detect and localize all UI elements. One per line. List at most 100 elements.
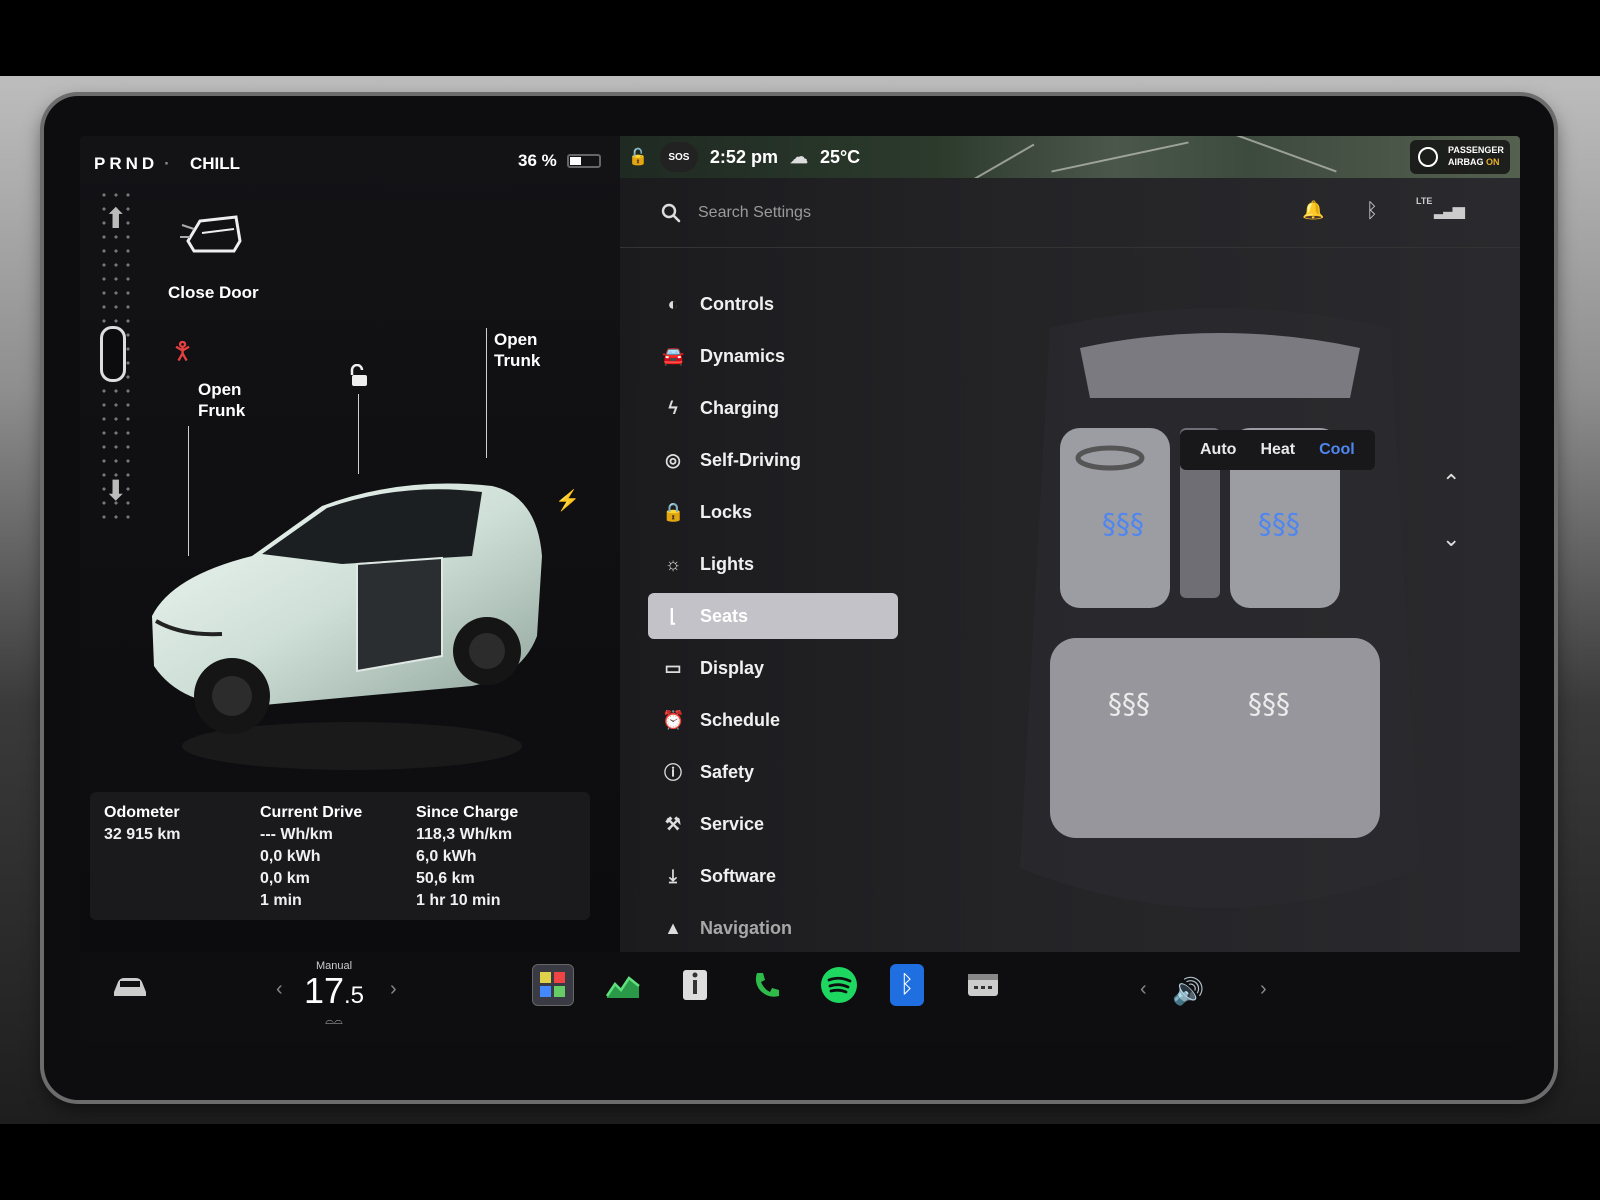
spotify-app-icon[interactable]	[818, 964, 860, 1006]
search-row: 🔔 ᛒ LTE ▂▃▅	[620, 178, 1520, 248]
settings-menu: ◐ Controls 🚘 Dynamics ϟ Charging ◎ Self-Driving…	[648, 278, 908, 954]
letterbox-bottom	[0, 1124, 1600, 1200]
lock-icon: 🔒	[662, 501, 685, 522]
bluetooth-icon[interactable]: ᛒ	[1366, 200, 1378, 223]
trip-stats: Odometer 32 915 km Current Drive --- Wh/…	[90, 792, 590, 920]
bell-icon[interactable]: 🔔	[1302, 200, 1324, 221]
menu-item-label: Self-Driving	[700, 449, 802, 470]
since-charge-energy-rate: 118,3 Wh/km	[416, 826, 513, 843]
menu-item-safety[interactable]: ⓘ Safety	[648, 746, 908, 798]
bluetooth-app-icon[interactable]: ᛒ	[890, 964, 924, 1006]
menu-item-navigation[interactable]: ▲ Navigation	[648, 902, 908, 954]
menu-item-locks[interactable]: 🔒 Locks	[648, 486, 908, 538]
since-charge-energy: 6,0 kWh	[416, 848, 477, 865]
sos-button[interactable]: SOS	[659, 142, 698, 172]
since-charge-duration: 1 hr 10 min	[416, 892, 501, 909]
gear-selector: PRND ·	[94, 154, 176, 174]
climate-mode-auto[interactable]: Auto	[1188, 441, 1248, 459]
bolt-icon: ϟ	[668, 397, 678, 418]
sun-icon: ☼	[664, 553, 682, 574]
menu-item-schedule[interactable]: ⏰ Schedule	[648, 694, 908, 746]
touchscreen: PRND · CHILL 36 % ⬆ ⬇ Close Door 🯆 Open F…	[80, 136, 1520, 1042]
arrow-down-icon[interactable]: ⬇	[104, 474, 127, 507]
climate-mode-cool[interactable]: Cool	[1307, 441, 1367, 459]
svg-text:§§§: §§§	[1248, 687, 1290, 720]
current-drive-duration: 1 min	[260, 892, 302, 909]
current-drive-energy: 0,0 kWh	[260, 848, 321, 865]
open-frunk-button[interactable]: Open Frunk	[198, 379, 268, 421]
wrench-icon: ⚒	[664, 813, 682, 834]
menu-item-self-driving[interactable]: ◎ Self-Driving	[648, 434, 908, 486]
gear-letters: PRND	[94, 154, 159, 173]
car-door-icon[interactable]	[180, 211, 244, 259]
menu-item-controls[interactable]: ◐ Controls	[648, 278, 908, 330]
current-drive-label: Current Drive	[260, 804, 363, 821]
energy-app-icon[interactable]	[602, 964, 644, 1006]
open-trunk-button[interactable]: Open Trunk	[494, 329, 564, 371]
search-input[interactable]	[698, 200, 1218, 226]
airbag-line1: PASSENGER	[1448, 145, 1504, 155]
odometer-value: 32 915 km	[104, 826, 181, 843]
clock: 2:52 pm	[709, 146, 778, 167]
menu-item-label: Navigation	[700, 917, 793, 938]
climate-mode-heat[interactable]: Heat	[1248, 441, 1307, 459]
svg-text:§§§: §§§	[1108, 687, 1150, 720]
airbag-line2: AIRBAG	[1448, 157, 1486, 167]
letterbox-top	[0, 0, 1600, 76]
menu-item-label: Display	[700, 657, 765, 678]
drive-mode: CHILL	[190, 154, 241, 173]
menu-item-dynamics[interactable]: 🚘 Dynamics	[648, 330, 908, 382]
menu-item-display[interactable]: ▭ Display	[648, 642, 908, 694]
car-icon[interactable]	[110, 972, 150, 1000]
close-door-button[interactable]: Close Door	[168, 283, 259, 303]
battery-icon	[566, 154, 601, 168]
unlock-icon[interactable]	[348, 364, 370, 388]
temp-decimal: .5	[344, 982, 365, 1009]
since-charge-label: Since Charge	[416, 804, 519, 821]
status-bar: 🔓 SOS 2:52 pm ☁ 25°C	[628, 142, 860, 172]
seat-climate-mode: Auto Heat Cool	[1180, 430, 1375, 470]
volume-icon[interactable]: 🔊	[1172, 976, 1204, 1007]
menu-item-service[interactable]: ⚒ Service	[648, 798, 908, 850]
alert-icon: ⓘ	[664, 763, 682, 783]
car-top-icon[interactable]	[100, 326, 126, 382]
steering-wheel-icon: ◎	[665, 449, 681, 470]
display-icon: ▭	[664, 657, 682, 678]
chevron-up-icon[interactable]: ⌃	[1442, 470, 1460, 496]
cabin-temperature[interactable]: Manual 17.5 ⌓⌓	[274, 960, 394, 1028]
arrow-up-icon[interactable]: ⬆	[104, 202, 127, 235]
battery-fill	[569, 157, 581, 165]
unlock-status-icon[interactable]: 🔓	[628, 147, 648, 167]
map-road	[1223, 136, 1337, 173]
menu-item-label: Safety	[700, 761, 755, 782]
menu-item-seats[interactable]: ⌊ Seats	[648, 593, 898, 639]
phone-app-icon[interactable]	[746, 964, 788, 1006]
menu-item-label: Software	[700, 865, 777, 886]
odometer: Odometer 32 915 km	[104, 802, 181, 846]
menu-item-label: Service	[700, 813, 765, 834]
menu-item-label: Dynamics	[700, 345, 786, 366]
seatbelt-warning-icon: 🯆	[172, 338, 194, 365]
seat-icon: ⌊	[669, 605, 677, 626]
volume-increase-icon[interactable]: ›	[1260, 978, 1267, 1001]
battery-indicator: 36 %	[518, 151, 601, 171]
menu-item-lights[interactable]: ☼ Lights	[648, 538, 908, 590]
car-3d-model	[152, 483, 542, 770]
toggle-icon: ◐	[667, 293, 679, 314]
current-drive-distance: 0,0 km	[260, 870, 310, 887]
menu-item-label: Schedule	[700, 709, 781, 730]
chevron-down-icon[interactable]: ⌄	[1442, 526, 1460, 552]
passenger-airbag-status: PASSENGER AIRBAG ON	[1410, 140, 1510, 174]
menu-item-software[interactable]: ⤓ Software	[648, 850, 908, 902]
temp-increase-icon[interactable]: ›	[390, 978, 397, 1001]
manual-app-icon[interactable]	[674, 964, 716, 1006]
temp-integer: 17	[303, 970, 345, 1011]
odometer-label: Odometer	[104, 804, 180, 821]
menu-item-label: Lights	[700, 553, 754, 574]
dashcam-app-icon[interactable]	[962, 964, 1004, 1006]
toybox-app-icon[interactable]	[532, 964, 574, 1006]
volume-decrease-icon[interactable]: ‹	[1140, 978, 1147, 1001]
menu-item-charging[interactable]: ϟ Charging	[648, 382, 908, 434]
current-drive: Current Drive --- Wh/km 0,0 kWh 0,0 km 1…	[260, 802, 362, 912]
airbag-on-label: ON	[1486, 157, 1500, 167]
